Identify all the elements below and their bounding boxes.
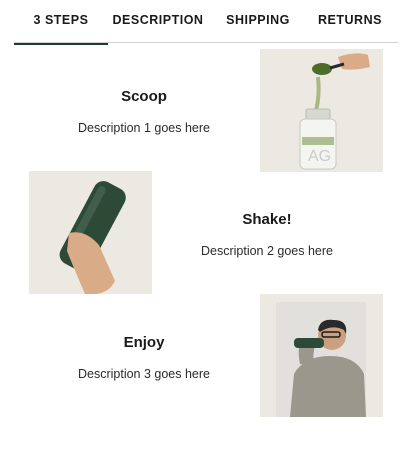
enjoy-photo: [260, 294, 383, 417]
step-2-text: Shake! Description 2 goes here: [167, 211, 367, 258]
tab-bar-divider: [14, 42, 398, 43]
step-2-description: Description 2 goes here: [200, 244, 334, 258]
step-3-text: Enjoy Description 3 goes here: [44, 334, 244, 381]
tab-bar: 3 STEPS DESCRIPTION SHIPPING RETURNS: [14, 0, 398, 45]
step-3-description: Description 3 goes here: [77, 367, 211, 381]
step-1-description: Description 1 goes here: [77, 121, 211, 135]
tab-shipping[interactable]: SHIPPING: [214, 13, 302, 42]
step-3-title: Enjoy: [123, 334, 165, 351]
tab-returns[interactable]: RETURNS: [310, 13, 390, 42]
svg-text:AG: AG: [308, 148, 331, 165]
step-1-text: Scoop Description 1 goes here: [44, 88, 244, 135]
tab-3-steps[interactable]: 3 STEPS: [14, 13, 108, 45]
scoop-photo: AG: [260, 49, 383, 172]
tab-description[interactable]: DESCRIPTION: [108, 13, 208, 42]
step-1-title: Scoop: [121, 88, 167, 105]
shake-photo: AG: [29, 171, 152, 294]
step-2-title: Shake!: [242, 211, 292, 228]
